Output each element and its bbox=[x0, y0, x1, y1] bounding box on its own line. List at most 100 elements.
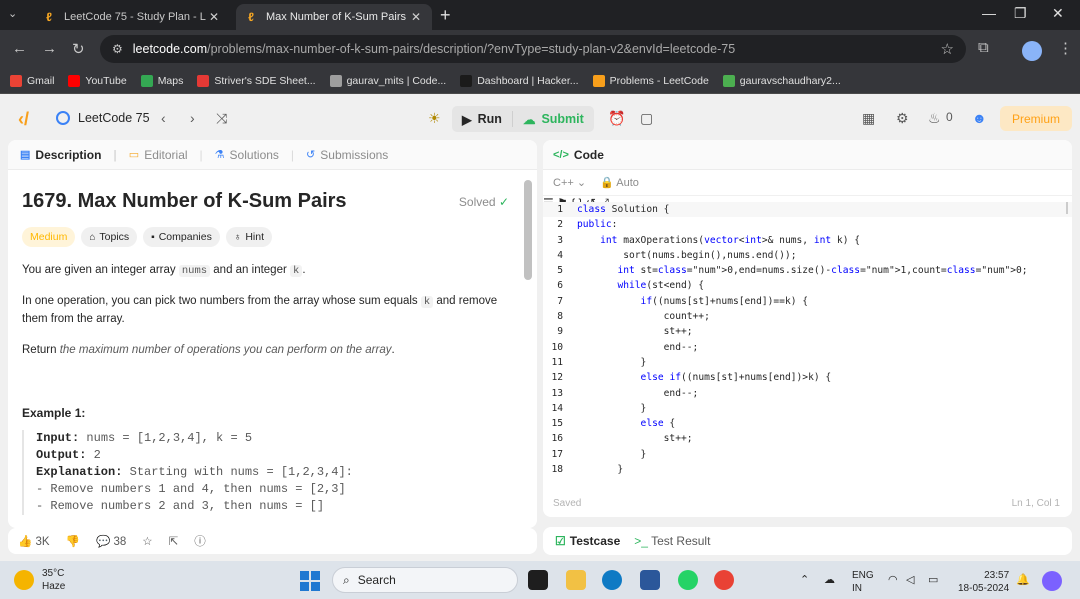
premium-button[interactable]: Premium bbox=[1000, 106, 1072, 131]
editor-scrollbar[interactable] bbox=[1066, 202, 1068, 214]
weather-widget[interactable]: 35°C Haze bbox=[14, 567, 65, 593]
browser-tab-active[interactable]: ℓ Max Number of K-Sum Pairs - L ✕ bbox=[236, 4, 432, 30]
code-tab[interactable]: </> Code bbox=[543, 140, 1072, 170]
problem-title[interactable]: 1679. Max Number of K-Sum Pairs bbox=[22, 190, 347, 213]
code-line[interactable]: 12 else if((nums[st]+nums[end])>k) { bbox=[543, 370, 1072, 385]
whatsapp-icon[interactable] bbox=[678, 570, 698, 590]
bookmark-maps[interactable]: Maps bbox=[140, 74, 183, 87]
code-line[interactable]: 1 class Solution { bbox=[543, 202, 1072, 218]
code-line[interactable]: 15 else { bbox=[543, 416, 1072, 431]
layout-icon[interactable]: ▦ bbox=[862, 110, 875, 127]
code-line[interactable]: 2 public: bbox=[543, 217, 1072, 232]
description-scrollbar[interactable] bbox=[524, 180, 532, 280]
windows-start-icon[interactable] bbox=[300, 571, 320, 591]
bookmark-youtube[interactable]: YouTube bbox=[68, 74, 127, 87]
shuffle-icon[interactable]: ⤨ bbox=[216, 110, 227, 127]
testcase-tab[interactable]: ☑ Testcase bbox=[555, 534, 620, 548]
tab-submissions[interactable]: ↺ Submissions bbox=[306, 148, 388, 162]
code-line[interactable]: 17 } bbox=[543, 447, 1072, 462]
code-line[interactable]: 13 end--; bbox=[543, 386, 1072, 401]
clock[interactable]: 23:57 18-05-2024 bbox=[958, 569, 1009, 595]
next-problem-icon[interactable]: › bbox=[190, 110, 195, 126]
back-icon[interactable]: ← bbox=[12, 40, 27, 57]
task-view-icon[interactable] bbox=[528, 570, 548, 590]
line-number: 14 bbox=[551, 402, 563, 414]
browser-tab-study-plan[interactable]: ℓ LeetCode 75 - Study Plan - Leet ✕ bbox=[34, 4, 230, 30]
bookmark-gfg[interactable]: gauravschaudhary2... bbox=[722, 74, 841, 87]
chrome-icon[interactable] bbox=[714, 570, 734, 590]
language-select[interactable]: C++ ⌄ bbox=[553, 176, 586, 189]
run-button[interactable]: ▶ Run bbox=[452, 106, 512, 132]
copilot-icon[interactable] bbox=[1042, 571, 1062, 591]
prev-problem-icon[interactable]: ‹ bbox=[161, 110, 166, 126]
bookmark-leetcode[interactable]: Problems - LeetCode bbox=[592, 74, 709, 87]
minimize-icon[interactable]: — bbox=[982, 5, 996, 21]
tray-expand-icon[interactable]: ⌃ bbox=[800, 573, 809, 586]
tab-solutions[interactable]: ⚗ Solutions | bbox=[215, 148, 294, 162]
extensions-icon[interactable]: ⧉ bbox=[978, 39, 989, 56]
restore-icon[interactable]: ❐ bbox=[1014, 5, 1027, 22]
new-tab-button[interactable]: + bbox=[440, 5, 451, 26]
code-line[interactable]: 16 st++; bbox=[543, 431, 1072, 446]
problem-list-link[interactable]: LeetCode 75 bbox=[56, 111, 150, 125]
code-line[interactable]: 5 int st=class="num">0,end=nums.size()-c… bbox=[543, 263, 1072, 278]
debug-icon[interactable]: ☀ bbox=[428, 110, 441, 127]
file-explorer-icon[interactable] bbox=[566, 570, 586, 590]
code-line[interactable]: 11 } bbox=[543, 355, 1072, 370]
forward-icon[interactable]: → bbox=[42, 40, 57, 57]
cloud-icon[interactable]: ☁ bbox=[824, 573, 835, 586]
tab-description[interactable]: ▤ Description | bbox=[20, 148, 117, 162]
tab-search-icon[interactable]: ⌄ bbox=[8, 7, 17, 20]
bookmark-codechef[interactable]: gaurav_mits | Code... bbox=[329, 74, 446, 87]
hint-chip[interactable]: ♁ Hint bbox=[225, 227, 273, 247]
language-indicator[interactable]: ENG IN bbox=[852, 569, 874, 595]
close-tab-icon[interactable]: ✕ bbox=[206, 10, 222, 24]
code-line[interactable]: 3 int maxOperations(vector<int>& nums, i… bbox=[543, 233, 1072, 248]
bookmark-strivers[interactable]: Striver's SDE Sheet... bbox=[197, 74, 316, 87]
reload-icon[interactable]: ↻ bbox=[72, 40, 85, 58]
profile-avatar[interactable] bbox=[1022, 41, 1042, 61]
close-window-icon[interactable]: ✕ bbox=[1052, 5, 1064, 22]
code-line[interactable]: 7 if((nums[st]+nums[end])==k) { bbox=[543, 294, 1072, 309]
tab-editorial[interactable]: ▭ Editorial | bbox=[129, 148, 203, 162]
comments-button[interactable]: 💬 38 bbox=[96, 534, 126, 548]
edge-icon[interactable] bbox=[602, 570, 622, 590]
code-line[interactable]: 18 } bbox=[543, 462, 1072, 477]
settings-gear-icon[interactable]: ⚙ bbox=[896, 110, 909, 127]
share-icon[interactable]: ⇱ bbox=[169, 534, 179, 548]
store-icon[interactable] bbox=[640, 570, 660, 590]
test-result-tab[interactable]: >_ Test Result bbox=[634, 534, 710, 548]
submit-button[interactable]: ☁ Submit bbox=[513, 106, 594, 132]
bookmark-star-icon[interactable]: ☆ bbox=[941, 40, 954, 58]
menu-icon[interactable]: ⋮ bbox=[1058, 39, 1073, 57]
user-avatar-icon[interactable]: ☻ bbox=[972, 110, 987, 126]
leetcode-logo-icon[interactable]: ‹/ bbox=[18, 109, 29, 130]
close-tab-icon[interactable]: ✕ bbox=[408, 10, 424, 24]
timer-icon[interactable]: ⏰ bbox=[608, 110, 625, 127]
bookmark-hackerrank[interactable]: Dashboard | Hacker... bbox=[460, 74, 579, 87]
notification-bell-icon[interactable]: 🔔 bbox=[1016, 573, 1030, 586]
site-info-icon[interactable]: ⚙ bbox=[112, 42, 123, 56]
wifi-icon[interactable]: ◠ bbox=[888, 573, 898, 586]
like-button[interactable]: 👍 3K bbox=[18, 534, 50, 548]
code-line[interactable]: 14 } bbox=[543, 401, 1072, 416]
notes-icon[interactable]: ▢ bbox=[640, 110, 653, 127]
volume-icon[interactable]: ◁ bbox=[906, 573, 914, 586]
taskbar-search[interactable]: ⌕ Search bbox=[332, 567, 518, 593]
companies-chip[interactable]: ▪ Companies bbox=[143, 227, 220, 247]
code-editor[interactable]: 1 class Solution {2 public: 3 int maxOperat… bbox=[543, 202, 1072, 480]
dislike-icon[interactable]: 👎 bbox=[66, 534, 80, 548]
topics-chip[interactable]: ⌂ Topics bbox=[81, 227, 138, 247]
code-line[interactable]: 6 while(st<end) { bbox=[543, 278, 1072, 293]
bookmark-gmail[interactable]: Gmail bbox=[10, 74, 54, 87]
code-line[interactable]: 9 st++; bbox=[543, 324, 1072, 339]
code-line[interactable]: 8 count++; bbox=[543, 309, 1072, 324]
code-line[interactable]: 10 end--; bbox=[543, 340, 1072, 355]
battery-icon[interactable]: ▭ bbox=[928, 573, 938, 586]
code-line[interactable]: 4 sort(nums.begin(),nums.end()); bbox=[543, 248, 1072, 263]
help-icon[interactable]: ⓘ bbox=[194, 533, 206, 549]
favorite-star-icon[interactable]: ☆ bbox=[142, 534, 152, 548]
auto-mode[interactable]: 🔒 Auto bbox=[600, 176, 639, 189]
address-bar[interactable]: ⚙ leetcode.com/problems/max-number-of-k-… bbox=[100, 35, 966, 63]
streak-fire-icon[interactable]: ♨ bbox=[928, 110, 941, 127]
